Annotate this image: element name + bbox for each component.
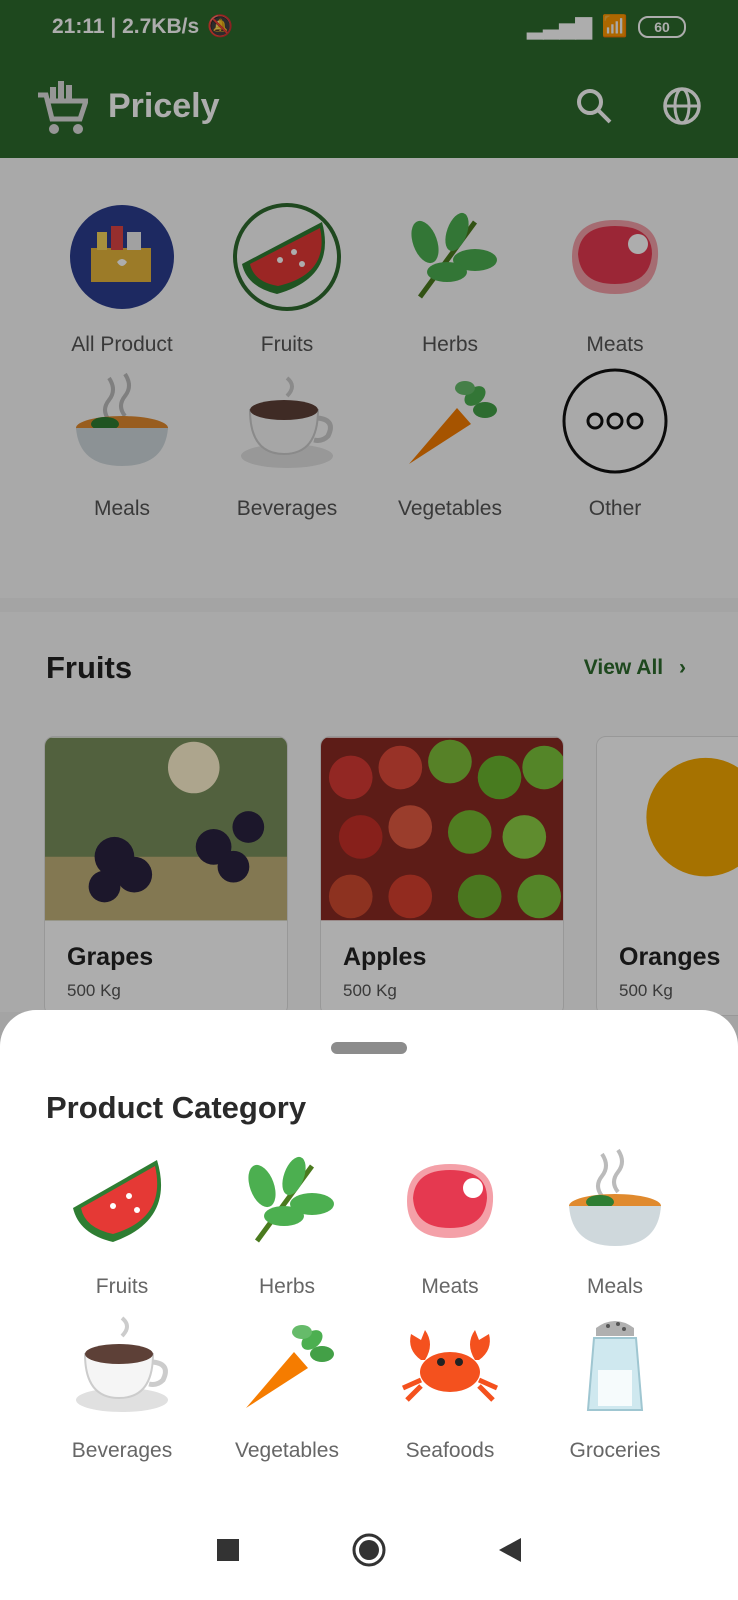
sheet-category-label: Fruits (95, 1275, 149, 1298)
sheet-category-label: Vegetables (235, 1439, 339, 1462)
back-triangle-icon[interactable] (497, 1536, 523, 1564)
salt-shaker-icon (586, 1321, 644, 1411)
sheet-category-fruits[interactable]: Fruits (42, 1146, 202, 1299)
watermelon-icon (73, 1160, 162, 1242)
sheet-category-seafoods[interactable]: Seafoods (370, 1310, 530, 1463)
drag-handle[interactable] (331, 1042, 407, 1054)
sheet-category-beverages[interactable]: Beverages (42, 1310, 202, 1463)
sheet-category-label: Groceries (569, 1439, 661, 1462)
sheet-category-label: Herbs (258, 1275, 316, 1298)
sheet-category-meals[interactable]: Meals (535, 1146, 695, 1299)
meal-bowl-icon (569, 1148, 661, 1246)
crab-icon (401, 1330, 499, 1402)
carrot-icon (246, 1325, 334, 1408)
sheet-category-label: Meals (586, 1275, 644, 1298)
sheet-category-vegetables[interactable]: Vegetables (207, 1310, 367, 1463)
recents-square-icon[interactable] (215, 1537, 241, 1563)
coffee-cup-icon (76, 1316, 168, 1412)
sheet-category-label: Beverages (71, 1439, 173, 1462)
home-circle-icon[interactable] (351, 1532, 387, 1568)
sheet-title: Product Category (46, 1090, 307, 1125)
sheet-category-groceries[interactable]: Groceries (535, 1310, 695, 1463)
sheet-category-meats[interactable]: Meats (370, 1146, 530, 1299)
system-navigation-bar (0, 1500, 738, 1600)
herb-icon (248, 1156, 334, 1243)
meat-icon (407, 1164, 494, 1238)
sheet-category-herbs[interactable]: Herbs (207, 1146, 367, 1299)
sheet-category-label: Meats (421, 1275, 479, 1298)
sheet-category-label: Seafoods (405, 1439, 495, 1462)
